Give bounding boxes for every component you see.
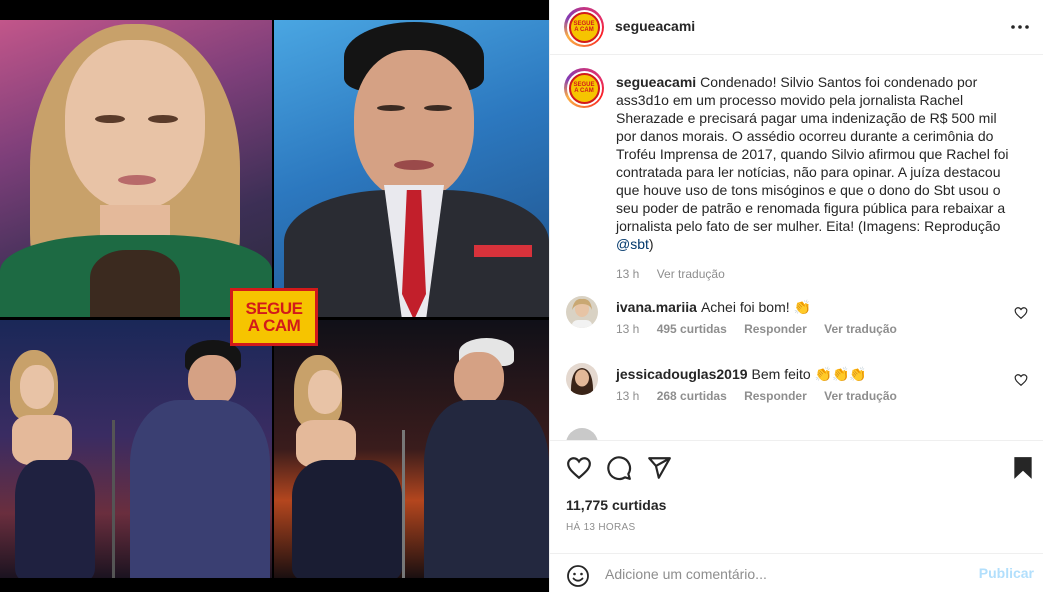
post-image[interactable]: SEGUE A CAM [0, 0, 549, 592]
commenter-avatar-partial[interactable] [566, 428, 598, 440]
caption-see-translation[interactable]: Ver tradução [657, 267, 725, 281]
logo-text-line1: SEGUE [245, 299, 303, 318]
comment-meta: 13 h 268 curtidas Responder Ver tradução [616, 389, 911, 403]
caption-avatar-logo: SEGUE A CAM [568, 72, 600, 104]
like-heart-icon[interactable] [566, 455, 592, 481]
post-sidebar: SEGUE A CAM segueacami SEGUE A CAM segue… [549, 0, 1043, 592]
avatar-logo-line2: A CAM [574, 27, 594, 33]
header-username[interactable]: segueacami [615, 18, 695, 34]
comment-like-icon[interactable] [1014, 373, 1028, 387]
comment-like-icon[interactable] [1014, 306, 1028, 320]
profile-avatar[interactable]: SEGUE A CAM [564, 7, 604, 47]
photo-man-closeup [274, 20, 549, 317]
publish-comment-button[interactable]: Publicar [979, 565, 1034, 581]
add-comment-bar: Publicar [550, 553, 1043, 592]
post-header: SEGUE A CAM segueacami [550, 0, 1043, 55]
likes-count[interactable]: 11,775 curtidas [566, 497, 666, 513]
logo-text-line2: A CAM [247, 316, 301, 335]
comment-likes[interactable]: 268 curtidas [657, 389, 727, 403]
comment-text: Achei foi bom! 👏 [700, 299, 811, 315]
comment-reply-button[interactable]: Responder [744, 322, 807, 336]
caption-avatar[interactable]: SEGUE A CAM [564, 68, 604, 108]
caption-time[interactable]: 13 h [616, 267, 639, 281]
more-options-icon[interactable] [1010, 17, 1030, 37]
caption-text: Condenado! Silvio Santos foi condenado p… [616, 74, 1009, 234]
comments-section[interactable]: SEGUE A CAM segueacami Condenado! Silvio … [550, 56, 1043, 440]
photo-stage-scene-1 [0, 320, 272, 578]
comment-item: jessicadouglas2019 Bem feito 👏👏👏 13 h 268… [566, 363, 1036, 413]
comment-input[interactable] [605, 562, 965, 586]
comment-time[interactable]: 13 h [616, 389, 639, 403]
caption-username[interactable]: segueacami [616, 74, 696, 90]
image-bottom-border [0, 578, 549, 592]
commenter-avatar[interactable] [566, 296, 598, 328]
caption-avatar-logo-line2: A CAM [574, 88, 594, 94]
comment-body: ivana.mariia Achei foi bom! 👏 [616, 298, 1006, 316]
caption-meta: 13 h Ver tradução [616, 265, 1016, 283]
photo-stage-scene-2 [274, 320, 549, 578]
comment-username[interactable]: ivana.mariia [616, 299, 697, 315]
avatar-logo: SEGUE A CAM [568, 11, 600, 43]
image-top-border [0, 0, 549, 20]
emoji-icon[interactable] [566, 564, 590, 588]
comment-body: jessicadouglas2019 Bem feito 👏👏👏 [616, 365, 1006, 383]
commenter-avatar[interactable] [566, 363, 598, 395]
comment-likes[interactable]: 495 curtidas [657, 322, 727, 336]
post-caption: segueacami Condenado! Silvio Santos foi c… [616, 73, 1016, 283]
share-paper-plane-icon[interactable] [646, 455, 672, 481]
comment-time[interactable]: 13 h [616, 322, 639, 336]
comment-see-translation[interactable]: Ver tradução [824, 389, 897, 403]
action-bar: 11,775 curtidas HÁ 13 HORAS [550, 440, 1043, 553]
comment-item: ivana.mariia Achei foi bom! 👏 13 h 495 cu… [566, 296, 1036, 346]
comment-reply-button[interactable]: Responder [744, 389, 807, 403]
caption-closing: ) [648, 236, 654, 252]
comment-meta: 13 h 495 curtidas Responder Ver tradução [616, 322, 911, 336]
comment-username[interactable]: jessicadouglas2019 [616, 366, 748, 382]
comment-text: Bem feito 👏👏👏 [751, 366, 867, 382]
save-bookmark-icon[interactable] [1010, 455, 1036, 481]
post-timestamp[interactable]: HÁ 13 HORAS [566, 522, 635, 533]
comment-see-translation[interactable]: Ver tradução [824, 322, 897, 336]
photo-woman-closeup [0, 20, 272, 317]
caption-mention[interactable]: @sbt [616, 236, 649, 252]
segue-a-cami-logo: SEGUE A CAM [230, 288, 318, 346]
comment-bubble-icon[interactable] [606, 455, 632, 481]
